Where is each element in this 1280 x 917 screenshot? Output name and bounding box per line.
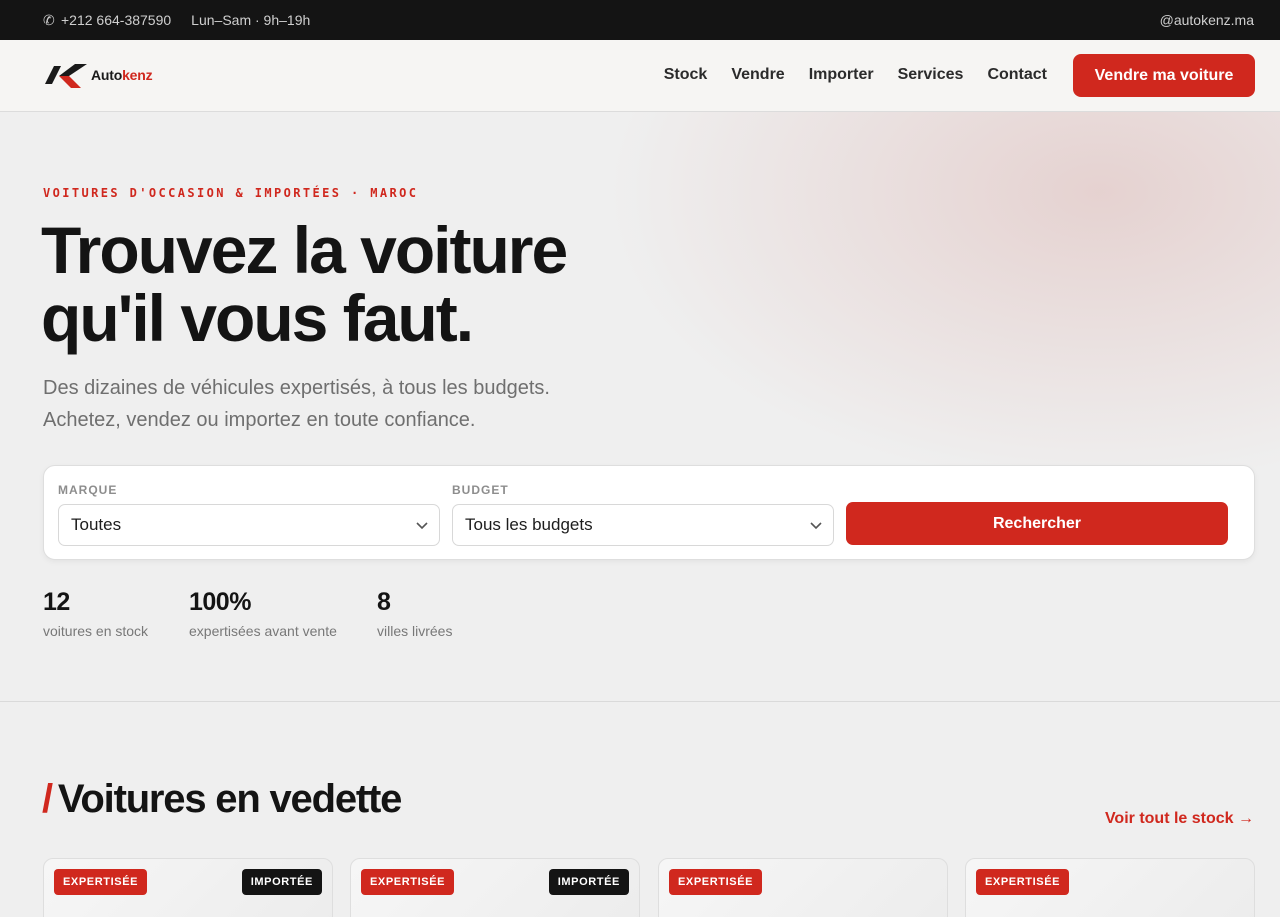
title-slash: / — [42, 777, 53, 821]
budget-label: BUDGET — [452, 483, 509, 497]
nav-vendre[interactable]: Vendre — [731, 66, 784, 84]
featured-title-text: Voitures en vedette — [57, 777, 402, 821]
hero-title-line-2: qu'il vous faut. — [41, 281, 474, 355]
brand-select-value: Toutes — [71, 515, 122, 534]
car-card[interactable]: EXPERTISÉE — [658, 858, 948, 917]
logo-text: Autokenz — [91, 67, 153, 83]
nav-contact[interactable]: Contact — [987, 66, 1047, 84]
search-button[interactable]: Rechercher — [846, 502, 1228, 545]
imported-badge: IMPORTÉE — [241, 869, 322, 895]
hero-subtitle: Des dizaines de véhicules expertisés, à … — [43, 372, 643, 436]
stat-value: 8 — [377, 588, 391, 616]
nav-stock[interactable]: Stock — [664, 66, 708, 84]
inspected-badge: EXPERTISÉE — [54, 869, 148, 895]
stat-stock: 12 voitures en stock — [43, 588, 148, 639]
chevron-down-icon — [810, 522, 822, 530]
car-card[interactable]: EXPERTISÉE — [965, 858, 1255, 917]
search-card: MARQUE Toutes BUDGET Tous les budgets Re… — [43, 465, 1255, 560]
stat-value: 100% — [189, 588, 251, 616]
phone-info[interactable]: ✆ +212 664-387590 — [43, 12, 171, 29]
nav-services[interactable]: Services — [898, 66, 964, 84]
stat-label: expertisées avant vente — [189, 623, 337, 639]
brand-select[interactable]: Toutes — [58, 504, 440, 546]
logo[interactable]: Autokenz — [45, 62, 153, 88]
hero-subtitle-line-2: Achetez, vendez ou importez en toute con… — [43, 409, 476, 431]
brand-label: MARQUE — [58, 483, 118, 497]
inspected-badge: EXPERTISÉE — [669, 869, 763, 895]
hero-title-line-1: Trouvez la voiture — [41, 213, 568, 287]
car-card[interactable]: EXPERTISÉE IMPORTÉE — [43, 858, 333, 917]
opening-hours: Lun–Sam · 9h–19h — [191, 12, 311, 28]
hero-eyebrow: VOITURES D'OCCASION & IMPORTÉES · MAROC — [43, 186, 419, 200]
see-all-stock-link[interactable]: Voir tout le stock → — [1105, 810, 1254, 828]
imported-badge: IMPORTÉE — [548, 869, 629, 895]
stat-label: villes livrées — [377, 623, 453, 639]
inspected-badge: EXPERTISÉE — [361, 869, 455, 895]
budget-select[interactable]: Tous les budgets — [452, 504, 834, 546]
chevron-down-icon — [416, 522, 428, 530]
stat-inspected: 100% expertisées avant vente — [189, 588, 337, 639]
car-card[interactable]: EXPERTISÉE IMPORTÉE — [350, 858, 640, 917]
social-handle[interactable]: @autokenz.ma — [1160, 12, 1254, 28]
hero-title: Trouvez la voiture qu'il vous faut. — [41, 213, 568, 355]
featured-title: / Voitures en vedette — [42, 777, 402, 822]
top-bar: ✆ +212 664-387590 Lun–Sam · 9h–19h @autok… — [0, 0, 1280, 40]
budget-select-value: Tous les budgets — [465, 515, 593, 534]
sell-car-button[interactable]: Vendre ma voiture — [1073, 54, 1255, 97]
stat-label: voitures en stock — [43, 623, 149, 639]
hero-subtitle-line-1: Des dizaines de véhicules expertisés, à … — [43, 377, 550, 399]
main-nav: Stock Vendre Importer Services Contact — [664, 66, 1047, 84]
phone-number: +212 664-387590 — [61, 12, 172, 28]
phone-icon: ✆ — [43, 12, 55, 28]
stat-value: 12 — [43, 588, 70, 616]
logo-mark-icon — [45, 64, 87, 88]
inspected-badge: EXPERTISÉE — [976, 869, 1070, 895]
stat-cities: 8 villes livrées — [377, 588, 452, 639]
nav-importer[interactable]: Importer — [809, 66, 874, 84]
hero-section: VOITURES D'OCCASION & IMPORTÉES · MAROC … — [0, 112, 1280, 702]
